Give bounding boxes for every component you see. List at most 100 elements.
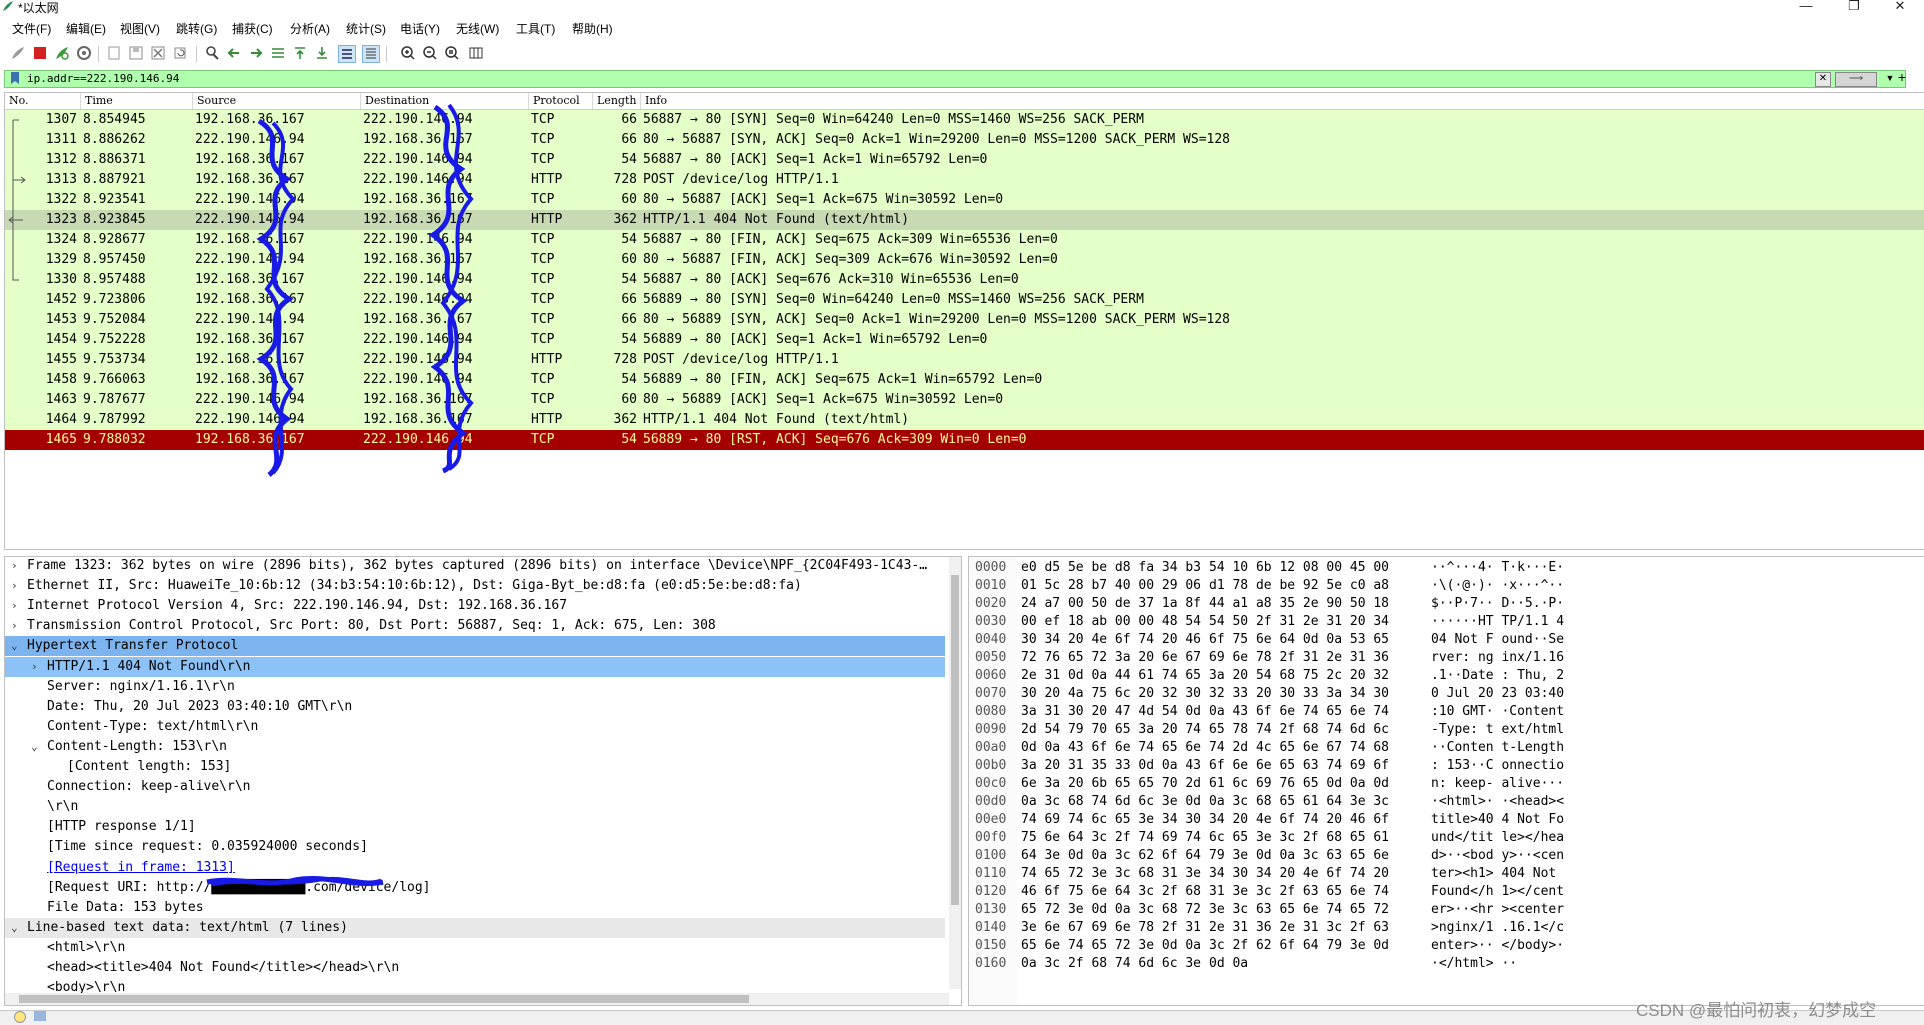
detail-tree-item[interactable]: Connection: keep-alive\r\n [5,777,945,797]
menu-view[interactable]: 视图(V) [120,20,160,37]
packet-row[interactable]: 1322 8.923541 222.190.146.94 192.168.36.167… [5,190,1924,210]
packet-row[interactable]: 1452 9.723806 192.168.36.167 222.190.146.94… [5,290,1924,310]
detail-tree-item[interactable]: [Time since request: 0.035924000 seconds… [5,837,945,857]
detail-tree-item[interactable]: Date: Thu, 20 Jul 2023 03:40:10 GMT\r\n [5,697,945,717]
menu-analyze[interactable]: 分析(A) [290,20,330,37]
maximize-button[interactable]: ❐ [1834,0,1874,14]
packet-row[interactable]: 1324 8.928677 192.168.36.167 222.190.146.94… [5,230,1924,250]
cell-info: 80 → 56887 [FIN, ACK] Seq=309 Ack=676 Wi… [643,252,1058,267]
column-header-time[interactable]: Time [81,93,193,109]
detail-tree-item[interactable]: Server: nginx/1.16.1\r\n [5,677,945,697]
collapse-arrow-icon[interactable]: ⌄ [11,636,23,656]
detail-tree-item[interactable]: › Frame 1323: 362 bytes on wire (2896 bit… [5,557,945,576]
minimize-button[interactable]: — [1786,0,1826,14]
capture-options-icon[interactable] [76,45,92,61]
save-file-icon[interactable] [128,45,144,61]
detail-tree-item[interactable]: File Data: 153 bytes [5,898,945,918]
column-header-info[interactable]: Info [641,93,1924,109]
expand-arrow-icon[interactable]: › [31,657,43,677]
detail-tree-item[interactable]: <head><title>404 Not Found</title></head… [5,958,945,978]
packet-row[interactable]: 1454 9.752228 192.168.36.167 222.190.146.94… [5,330,1924,350]
autoscroll-icon[interactable] [338,45,356,63]
expand-arrow-icon[interactable]: › [11,576,23,596]
expand-arrow-icon[interactable]: › [11,557,23,576]
detail-tree-item[interactable]: ⌄ Content-Length: 153\r\n [5,737,945,757]
close-window-button[interactable]: ✕ [1880,0,1920,14]
add-filter-button[interactable]: + [1894,70,1910,86]
detail-tree-item[interactable]: Content-Type: text/html\r\n [5,717,945,737]
expert-info-icon[interactable] [14,1011,26,1023]
zoom-in-icon[interactable] [400,45,416,61]
menu-wireless[interactable]: 无线(W) [456,20,499,37]
menu-telephony[interactable]: 电话(Y) [400,20,440,37]
details-scrollbar-thumb[interactable] [951,575,959,905]
go-forward-icon[interactable] [248,45,264,61]
detail-tree-item[interactable]: [Request in frame: 1313] [5,858,945,878]
packet-row[interactable]: 1453 9.752084 222.190.146.94 192.168.36.167… [5,310,1924,330]
menu-file[interactable]: 文件(F) [12,20,51,37]
start-capture-icon[interactable] [10,45,26,61]
bookmark-icon[interactable] [9,71,21,85]
restart-capture-icon[interactable] [54,45,70,61]
column-header-destination[interactable]: Destination [361,93,529,109]
packet-row[interactable]: 1312 8.886371 192.168.36.167 222.190.146.94… [5,150,1924,170]
details-hscrollbar-thumb[interactable] [19,995,749,1003]
menu-help[interactable]: 帮助(H) [572,20,613,37]
go-back-icon[interactable] [226,45,242,61]
packet-row[interactable]: 1464 9.787992 222.190.146.94 192.168.36.167… [5,410,1924,430]
detail-tree-item[interactable]: › HTTP/1.1 404 Not Found\r\n [5,656,945,677]
normal-size-icon[interactable] [444,45,460,61]
conversation-marker-icon [12,230,14,250]
packet-row[interactable]: 1313 8.887921 192.168.36.167 222.190.146.94… [5,170,1924,190]
resize-columns-icon[interactable] [468,45,484,61]
packet-row[interactable]: 1307 8.854945 192.168.36.167 222.190.146.94… [5,110,1924,130]
column-header-protocol[interactable]: Protocol [529,93,593,109]
expand-arrow-icon[interactable]: › [11,596,23,616]
detail-tree-item[interactable]: [Request URI: http://████████████.com/de… [5,878,945,898]
open-file-icon[interactable] [106,45,122,61]
packet-row[interactable]: 1455 9.753734 192.168.36.167 222.190.146.94… [5,350,1924,370]
packet-row[interactable]: 1311 8.886262 222.190.146.94 192.168.36.167… [5,130,1924,150]
menu-edit[interactable]: 编辑(E) [66,20,106,37]
clear-filter-icon[interactable]: ✕ [1815,72,1831,87]
last-packet-icon[interactable] [314,45,330,61]
collapse-arrow-icon[interactable]: ⌄ [11,918,23,938]
close-file-icon[interactable] [150,45,166,61]
packet-row[interactable]: 1463 9.787677 222.190.146.94 192.168.36.167… [5,390,1924,410]
detail-tree-item[interactable]: › Internet Protocol Version 4, Src: 222.1… [5,596,945,616]
detail-tree-item[interactable]: [Content length: 153] [5,757,945,777]
wireshark-logo-icon [3,1,13,11]
detail-tree-item[interactable]: <html>\r\n [5,938,945,958]
column-header-no[interactable]: No. [5,93,81,109]
apply-filter-icon[interactable]: ⟶ [1835,72,1877,87]
menu-tools[interactable]: 工具(T) [516,20,555,37]
detail-tree-item[interactable]: › Ethernet II, Src: HuaweiTe_10:6b:12 (34… [5,576,945,596]
find-packet-icon[interactable] [204,45,220,61]
detail-tree-item[interactable]: \r\n [5,797,945,817]
request-frame-link[interactable]: [Request in frame: 1313] [47,858,235,878]
display-filter-input[interactable]: ip.addr==222.190.146.94 [27,72,179,85]
capture-comments-icon[interactable] [34,1011,46,1021]
packet-row[interactable]: 1330 8.957488 192.168.36.167 222.190.146.94… [5,270,1924,290]
stop-capture-icon[interactable] [32,45,48,61]
detail-tree-item[interactable]: ⌄ Line-based text data: text/html (7 line… [5,917,945,938]
zoom-out-icon[interactable] [422,45,438,61]
menu-go[interactable]: 跳转(G) [176,20,217,37]
detail-tree-item[interactable]: [HTTP response 1/1] [5,817,945,837]
colorize-icon[interactable] [362,45,380,63]
detail-tree-item[interactable]: ⌄ Hypertext Transfer Protocol [5,636,945,657]
packet-row[interactable]: 1323 8.923845 222.190.146.94 192.168.36.167… [5,210,1924,230]
menu-capture[interactable]: 捕获(C) [232,20,273,37]
packet-row[interactable]: 1329 8.957450 222.190.146.94 192.168.36.167… [5,250,1924,270]
reload-file-icon[interactable] [172,45,188,61]
first-packet-icon[interactable] [292,45,308,61]
packet-row[interactable]: 1465 9.788032 192.168.36.167 222.190.146.94… [5,430,1924,450]
menu-statistics[interactable]: 统计(S) [346,20,386,37]
collapse-arrow-icon[interactable]: ⌄ [31,737,43,757]
detail-tree-item[interactable]: › Transmission Control Protocol, Src Port… [5,616,945,636]
packet-row[interactable]: 1458 9.766063 192.168.36.167 222.190.146.94… [5,370,1924,390]
column-header-source[interactable]: Source [193,93,361,109]
go-to-packet-icon[interactable] [270,45,286,61]
expand-arrow-icon[interactable]: › [11,616,23,636]
column-header-length[interactable]: Length [593,93,641,109]
